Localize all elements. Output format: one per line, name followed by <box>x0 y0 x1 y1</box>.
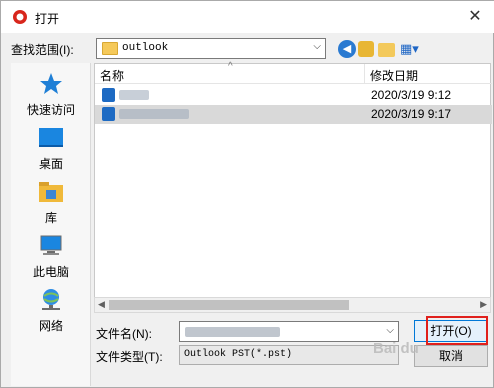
column-header-date[interactable]: 修改日期 <box>370 67 418 84</box>
library-icon <box>39 182 63 202</box>
filename-input[interactable]: ⌵ <box>179 321 399 342</box>
window-title: 打开 <box>35 12 60 26</box>
annotation-highlight-box <box>426 316 488 345</box>
filetype-select[interactable]: Outlook PST(*.pst) <box>179 345 399 365</box>
chevron-down-icon[interactable]: ⌵ <box>386 325 394 336</box>
desktop-icon <box>39 128 63 147</box>
column-header-name[interactable]: 名称 <box>100 67 124 84</box>
place-network[interactable]: 网络 <box>11 287 91 334</box>
file-row-selected[interactable]: 2020/3/19 9:17 <box>95 105 492 124</box>
file-list[interactable]: ^ 名称 修改日期 2020/3/19 9:12 2020/3/19 9:17 <box>94 61 492 313</box>
view-grid-icon: ▦▾ <box>400 41 419 56</box>
scroll-left-icon[interactable]: ◀ <box>98 299 105 310</box>
close-button[interactable]: ✕ <box>455 1 494 33</box>
place-label: 库 <box>44 211 57 225</box>
computer-icon <box>40 235 62 255</box>
up-folder-button[interactable] <box>358 41 374 57</box>
open-file-dialog: 打开 ✕ 查找范围(I): outlook ⌵ ◀ ▦▾ 快速访问 桌面 库 此… <box>0 0 494 388</box>
file-date: 2020/3/19 9:17 <box>371 107 452 121</box>
place-label: 网络 <box>38 319 63 333</box>
column-divider[interactable] <box>364 64 365 84</box>
lookin-value: outlook <box>122 42 169 54</box>
place-library[interactable]: 库 <box>11 179 91 226</box>
network-icon <box>42 289 60 310</box>
filetype-value: Outlook PST(*.pst) <box>184 349 293 360</box>
back-button[interactable]: ◀ <box>338 40 356 58</box>
file-name-redacted <box>119 109 189 119</box>
file-list-header: ^ 名称 修改日期 <box>95 61 492 84</box>
file-date: 2020/3/19 9:12 <box>371 88 452 102</box>
cancel-button[interactable]: 取消 <box>414 345 488 367</box>
file-row[interactable]: 2020/3/19 9:12 <box>95 86 492 105</box>
file-name-redacted <box>119 90 149 100</box>
watermark: Bai du <box>373 340 419 357</box>
horizontal-scrollbar[interactable]: ◀ ▶ <box>94 297 491 313</box>
sort-ascending-icon: ^ <box>228 61 233 72</box>
place-label: 桌面 <box>38 157 63 171</box>
place-desktop[interactable]: 桌面 <box>11 125 91 172</box>
chevron-down-icon: ⌵ <box>313 41 321 52</box>
scrollbar-thumb[interactable] <box>109 300 349 310</box>
place-this-pc[interactable]: 此电脑 <box>11 233 91 280</box>
filename-redacted <box>185 327 280 337</box>
filetype-label: 文件类型(T): <box>96 350 163 364</box>
folder-icon <box>102 42 118 55</box>
filename-label: 文件名(N): <box>96 327 152 341</box>
app-logo-icon <box>13 10 27 24</box>
places-bar: 快速访问 桌面 库 此电脑 网络 <box>11 63 91 386</box>
scroll-right-icon[interactable]: ▶ <box>480 299 487 310</box>
place-quick-access[interactable]: 快速访问 <box>11 71 91 118</box>
outlook-file-icon <box>102 107 115 121</box>
place-label: 此电脑 <box>32 265 69 279</box>
new-folder-button[interactable] <box>378 43 395 57</box>
lookin-dropdown[interactable]: outlook ⌵ <box>96 38 326 59</box>
place-label: 快速访问 <box>26 103 75 117</box>
view-menu-button[interactable]: ▦▾ <box>400 41 424 57</box>
title-bar: 打开 ✕ <box>1 1 494 33</box>
star-icon <box>40 73 62 94</box>
back-arrow-icon: ◀ <box>342 43 352 55</box>
lookin-label: 查找范围(I): <box>11 43 74 57</box>
outlook-file-icon <box>102 88 115 102</box>
